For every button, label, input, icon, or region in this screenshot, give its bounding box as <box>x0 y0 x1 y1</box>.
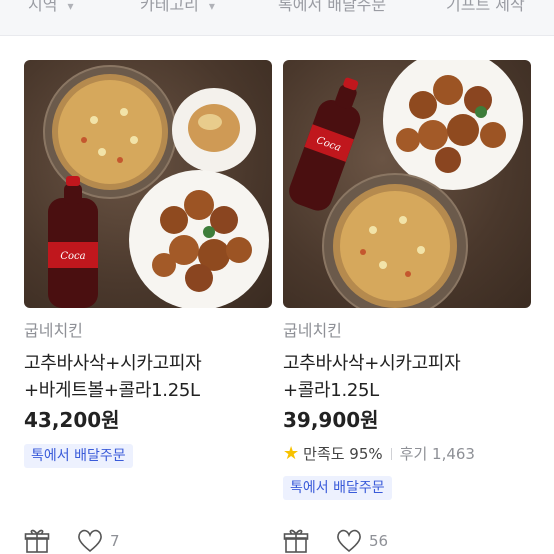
like-count: 7 <box>110 532 120 550</box>
product-card[interactable]: Coca 굽네치킨 고추바사삭+시카고피자+바게트볼+콜라1.25L 43,20… <box>24 60 272 468</box>
card-actions: 56 <box>283 524 531 554</box>
heart-icon[interactable] <box>76 528 104 554</box>
filter-delivery[interactable]: 톡에서 배달주문 <box>278 0 386 15</box>
svg-text:Coca: Coca <box>60 251 85 262</box>
filter-category[interactable]: 카테고리 ▾ <box>140 0 215 15</box>
product-title[interactable]: 고추바사삭+시카고피자+바게트볼+콜라1.25L <box>24 350 272 404</box>
filter-gift[interactable]: 기프트 제작 <box>446 0 525 15</box>
chevron-down-icon: ▾ <box>67 0 74 13</box>
review-count: 후기 1,463 <box>399 445 475 463</box>
star-icon: ★ <box>283 443 300 464</box>
product-brand: 굽네치킨 <box>24 321 83 340</box>
filter-bar: 지역 ▾ 카테고리 ▾ 톡에서 배달주문 기프트 제작 <box>0 0 554 36</box>
gift-icon[interactable] <box>283 528 309 554</box>
product-price: 39,900원 <box>283 408 379 432</box>
product-photo: Coca <box>43 65 269 308</box>
chevron-down-icon: ▾ <box>208 0 215 13</box>
delivery-tag: 톡에서 배달주문 <box>283 476 392 500</box>
product-brand: 굽네치킨 <box>283 321 342 340</box>
product-title[interactable]: 고추바사삭+시카고피자+콜라1.25L <box>283 350 531 404</box>
filter-delivery-label: 톡에서 배달주문 <box>278 0 387 14</box>
product-image[interactable]: Coca <box>24 60 272 308</box>
filter-category-label: 카테고리 <box>140 0 199 14</box>
product-photo: Coca <box>289 60 523 308</box>
product-price: 43,200원 <box>24 408 120 432</box>
satisfaction-label: 만족도 95% <box>303 445 383 463</box>
heart-icon[interactable] <box>335 528 363 554</box>
like-count: 56 <box>369 532 389 550</box>
divider <box>390 448 392 460</box>
filter-region[interactable]: 지역 ▾ <box>28 0 73 15</box>
card-actions: 7 <box>24 524 272 554</box>
gift-icon[interactable] <box>24 528 50 554</box>
product-card[interactable]: Coca 굽네치킨 고추바사삭+시카고피자+콜라1.25L 39,900원 ★ 만… <box>283 60 531 500</box>
delivery-tag: 톡에서 배달주문 <box>24 444 133 468</box>
product-image[interactable]: Coca <box>283 60 531 308</box>
rating-row: ★ 만족도 95% 후기 1,463 <box>283 442 531 466</box>
filter-gift-label: 기프트 제작 <box>446 0 525 14</box>
filter-region-label: 지역 <box>28 0 58 14</box>
